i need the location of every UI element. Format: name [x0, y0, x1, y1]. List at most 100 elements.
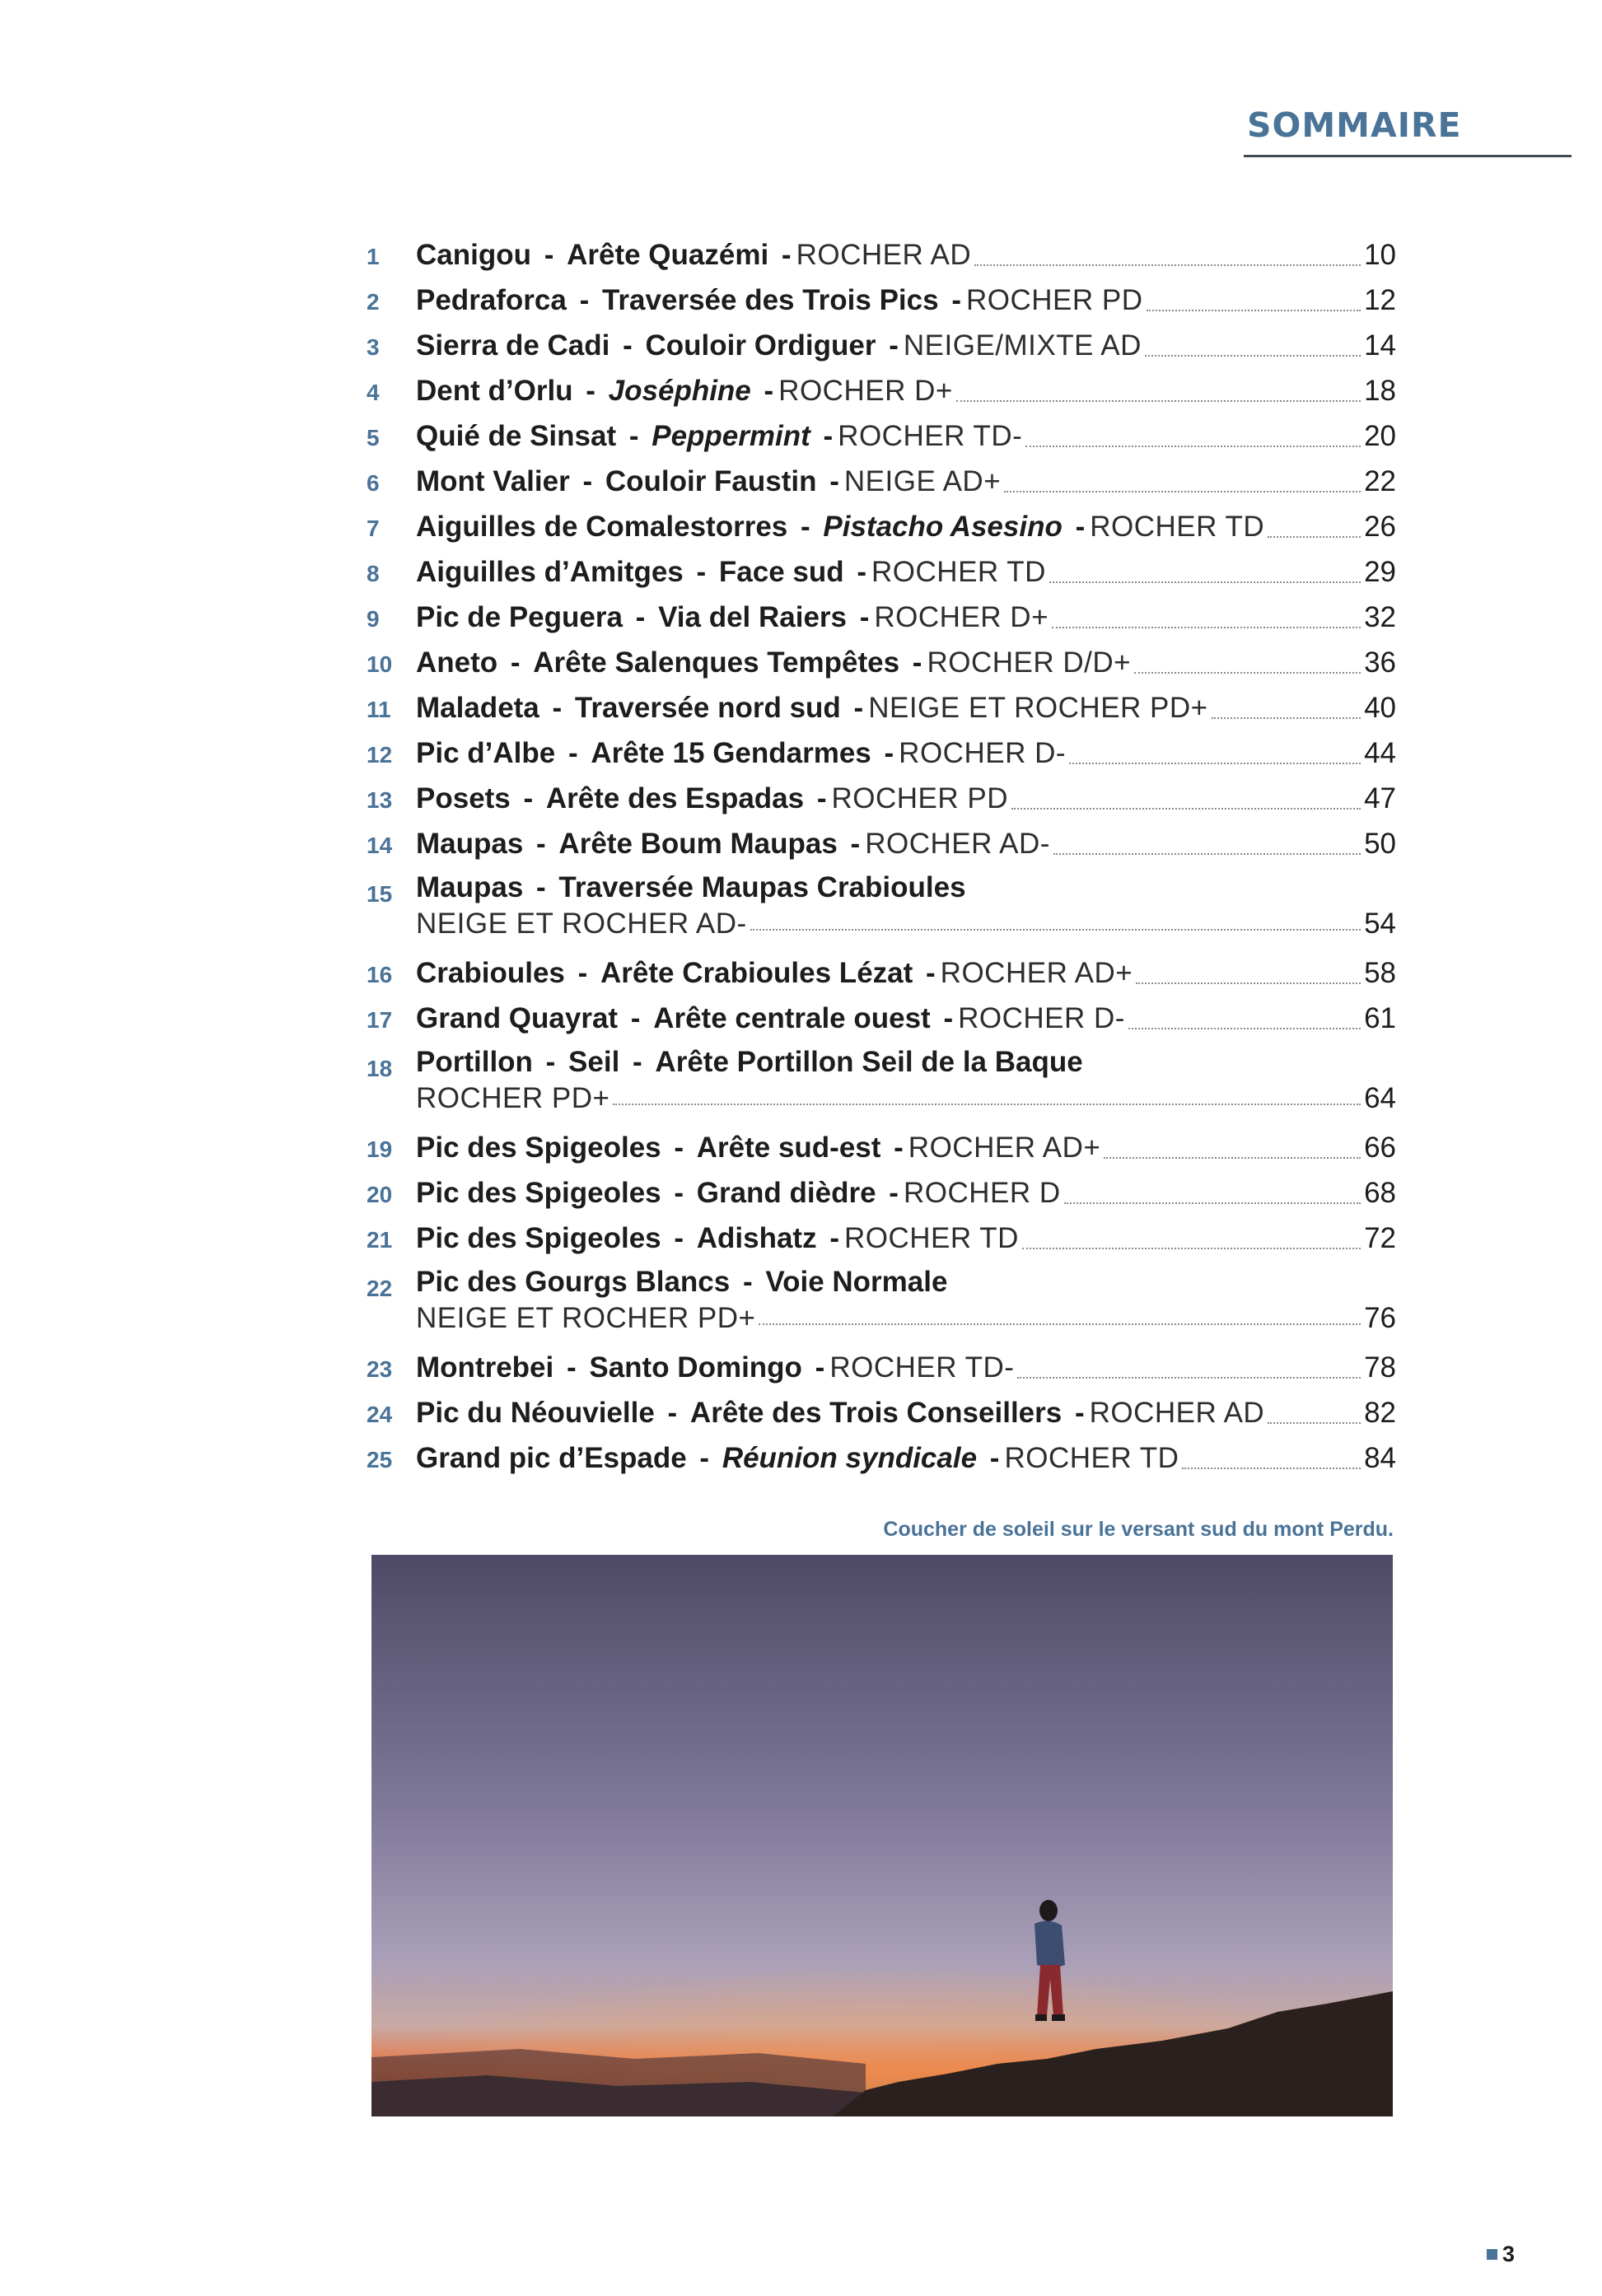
- toc-number: 21: [367, 1227, 393, 1253]
- toc-line: Pedraforca - Traversée des Trois Pics - …: [416, 278, 1396, 323]
- toc-number: 24: [367, 1402, 393, 1427]
- toc-line: Maladeta - Traversée nord sud - NEIGE ET…: [416, 685, 1396, 730]
- route-part: Couloir Ordiguer: [645, 329, 876, 362]
- route-title: Pic des Spigeoles - Arête sud-est -: [416, 1125, 908, 1170]
- toc-line: Maupas - Arête Boum Maupas - ROCHER AD- 5…: [416, 821, 1396, 866]
- toc-entry: 9 Pic de Peguera - Via del Raiers - ROCHE…: [367, 595, 1396, 640]
- page-ref: 32: [1364, 601, 1396, 633]
- route-grade: ROCHER AD+: [940, 957, 1133, 989]
- toc-number: 18: [367, 1056, 393, 1081]
- route-grade: ROCHER D: [903, 1177, 1061, 1209]
- toc-line: Pic des Spigeoles - Adishatz - ROCHER TD…: [416, 1216, 1396, 1261]
- route-grade: ROCHER D+: [778, 375, 953, 407]
- title-separator: -: [880, 329, 899, 362]
- route-title: Sierra de Cadi - Couloir Ordiguer -: [416, 323, 904, 368]
- route-title: Aiguilles d’Amitges - Face sud -: [416, 549, 871, 595]
- page-ref: 10: [1364, 239, 1396, 271]
- route-part: Sierra de Cadi: [416, 329, 610, 362]
- dot-leader: [1136, 982, 1361, 984]
- route-title: Pic des Gourgs Blancs - Voie Normale: [416, 1264, 947, 1300]
- route-grade: ROCHER D-: [899, 737, 1066, 769]
- route-grade: ROCHER AD-: [865, 828, 1050, 860]
- route-part: Canigou: [416, 239, 531, 271]
- route-part: Grand pic d’Espade: [416, 1442, 687, 1474]
- toc-line: Aiguilles d’Amitges - Face sud - ROCHER …: [416, 549, 1396, 595]
- route-grade: ROCHER TD: [1004, 1442, 1179, 1474]
- toc-entry: 6 Mont Valier - Couloir Faustin - NEIGE A…: [367, 459, 1396, 504]
- route-name: Joséphine: [608, 375, 751, 407]
- title-separator: -: [627, 601, 654, 633]
- table-of-contents: 1 Canigou - Arête Quazémi - ROCHER AD 10 2 P…: [367, 232, 1396, 1481]
- title-separator: -: [809, 782, 827, 814]
- dot-leader: [1053, 853, 1361, 855]
- route-title: Aiguilles de Comalestorres - Pistacho As…: [416, 504, 1090, 549]
- page-number: 3: [1487, 2242, 1515, 2267]
- dot-leader: [1004, 491, 1361, 492]
- dot-leader: [1182, 1468, 1361, 1469]
- route-title: Grand Quayrat - Arête centrale ouest -: [416, 996, 958, 1041]
- dot-leader: [1063, 1202, 1361, 1204]
- route-title: Mont Valier - Couloir Faustin -: [416, 459, 844, 504]
- toc-number: 11: [367, 697, 391, 722]
- route-title: Dent d’Orlu - Joséphine -: [416, 368, 778, 413]
- route-part: Mont Valier: [416, 465, 570, 497]
- dot-leader: [1017, 1377, 1361, 1379]
- title-separator: -: [935, 1002, 954, 1034]
- route-part: Montrebei: [416, 1351, 554, 1384]
- dot-leader: [1146, 310, 1361, 311]
- title-separator: -: [623, 1002, 649, 1034]
- route-title: Portillon - Seil - Arête Portillon Seil …: [416, 1044, 1083, 1080]
- page-ref: 12: [1364, 284, 1396, 316]
- route-title: Pic d’Albe - Arête 15 Gendarmes -: [416, 730, 899, 776]
- toc-entry: 18 Portillon - Seil - Arête Portillon Sei…: [367, 1044, 1396, 1125]
- page-ref: 36: [1364, 646, 1396, 679]
- toc-line: Pic d’Albe - Arête 15 Gendarmes - ROCHER…: [416, 730, 1396, 776]
- route-grade: ROCHER TD: [871, 556, 1046, 588]
- toc-line: Montrebei - Santo Domingo - ROCHER TD- 78: [416, 1345, 1396, 1390]
- toc-number: 22: [367, 1276, 393, 1301]
- route-part: Pedraforca: [416, 284, 567, 316]
- route-title: Pic du Néouvielle - Arête des Trois Cons…: [416, 1390, 1090, 1435]
- toc-entry: 5 Quié de Sinsat - Peppermint - ROCHER TD…: [367, 413, 1396, 459]
- title-separator: -: [528, 828, 554, 860]
- title-separator: -: [943, 284, 961, 316]
- toc-number: 15: [367, 881, 393, 907]
- toc-line: Pic des Spigeoles - Arête sud-est - ROCH…: [416, 1125, 1396, 1170]
- title-separator: -: [569, 957, 595, 989]
- route-part: Arête centrale ouest: [653, 1002, 931, 1034]
- title-separator: -: [1067, 1397, 1085, 1429]
- title-separator: -: [1067, 511, 1086, 543]
- dot-leader: [1128, 1028, 1361, 1029]
- toc-entry: 7 Aiguilles de Comalestorres - Pistacho A…: [367, 504, 1396, 549]
- route-grade: ROCHER AD: [796, 239, 972, 271]
- page-ref: 58: [1364, 957, 1396, 989]
- title-separator: -: [666, 1177, 692, 1209]
- route-title: Aneto - Arête Salenques Tempêtes -: [416, 640, 927, 685]
- route-title: Pic des Spigeoles - Adishatz -: [416, 1216, 844, 1261]
- route-grade: NEIGE/MIXTE AD: [903, 329, 1142, 362]
- route-grade: ROCHER PD: [831, 782, 1009, 814]
- route-part: Arête des Espadas: [545, 782, 805, 814]
- dot-leader: [750, 929, 1361, 931]
- toc-entry: 4 Dent d’Orlu - Joséphine - ROCHER D+ 18: [367, 368, 1396, 413]
- toc-entry: 20 Pic des Spigeoles - Grand dièdre - ROC…: [367, 1170, 1396, 1216]
- toc-line: Posets - Arête des Espadas - ROCHER PD 47: [416, 776, 1396, 821]
- toc-entry: 14 Maupas - Arête Boum Maupas - ROCHER AD…: [367, 821, 1396, 866]
- route-name: Réunion syndicale: [722, 1442, 978, 1474]
- page-ref: 18: [1364, 375, 1396, 407]
- title-separator: -: [614, 329, 641, 362]
- route-part: Arête Quazémi: [567, 239, 769, 271]
- page-ref: 82: [1364, 1397, 1396, 1429]
- toc-entry: 16 Crabioules - Arête Crabioules Lézat - …: [367, 950, 1396, 996]
- route-title: Maupas - Arête Boum Maupas -: [416, 821, 865, 866]
- route-part: Maupas: [416, 828, 524, 860]
- toc-line: Pic du Néouvielle - Arête des Trois Cons…: [416, 1390, 1396, 1435]
- toc-entry: 21 Pic des Spigeoles - Adishatz - ROCHER …: [367, 1216, 1396, 1261]
- toc-number: 13: [367, 787, 393, 813]
- page-ref: 68: [1364, 1177, 1396, 1209]
- title-separator: -: [571, 284, 597, 316]
- route-grade: ROCHER TD: [843, 1222, 1019, 1254]
- toc-line: Portillon - Seil - Arête Portillon Seil …: [416, 1044, 1396, 1080]
- title-separator: -: [773, 239, 792, 271]
- route-part: Via del Raiers: [658, 601, 847, 633]
